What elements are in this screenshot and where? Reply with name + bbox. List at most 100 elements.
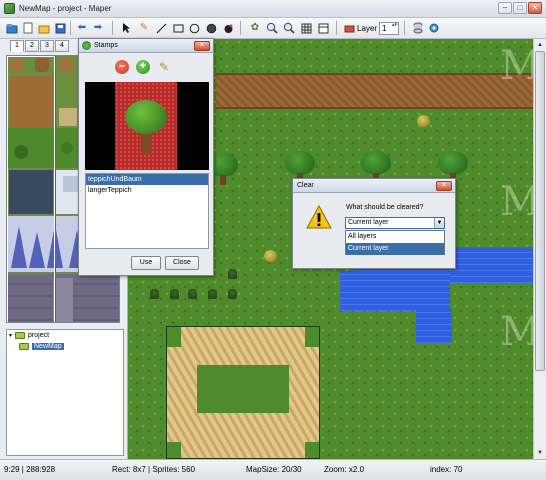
stamps-title: Stamps <box>94 42 118 49</box>
stamps-dialog: Stamps ✕ – + ✎ teppichUndBaum langerTepp… <box>78 38 214 276</box>
close-icon[interactable]: ✕ <box>436 181 452 191</box>
map-grass-corner <box>305 327 319 347</box>
open-file-icon[interactable] <box>6 22 18 34</box>
app-icon <box>4 3 15 14</box>
redo-icon[interactable]: ➡ <box>92 22 104 34</box>
toolbar-separator <box>112 21 113 35</box>
grid-icon[interactable] <box>300 22 312 34</box>
layer-spinner[interactable]: 1 <box>379 22 400 35</box>
undo-icon[interactable]: ⬅ <box>76 22 88 34</box>
minimize-button[interactable]: – <box>498 2 512 14</box>
clear-title: Clear <box>297 182 314 189</box>
toolbar-separator <box>404 21 405 35</box>
tileset-tab[interactable]: 1 <box>10 40 24 52</box>
stamp-list-item[interactable]: langerTeppich <box>86 185 208 196</box>
pencil-icon[interactable]: ✎ <box>138 22 150 34</box>
window-title: NewMap - project - Maper <box>19 4 112 13</box>
tileset-tab[interactable]: 3 <box>40 40 54 52</box>
stamp-preview <box>85 82 209 170</box>
stamp-icon <box>82 41 91 50</box>
select-cursor-icon[interactable] <box>120 22 132 34</box>
main-toolbar: ⬅ ➡ ✎ ✿ Layer 1 <box>0 18 546 39</box>
map-grass-corner <box>167 327 181 347</box>
tree-node-label: NewMap <box>32 343 64 350</box>
map-overlay-glyph: M <box>500 179 533 225</box>
settings-icon[interactable] <box>428 22 440 34</box>
status-index: index: 70 <box>430 465 463 474</box>
tile-selection-outline <box>7 56 55 322</box>
project-tree: ▾ project NewMap <box>6 329 124 456</box>
tree-canopy-image <box>125 100 167 134</box>
map-overlay-glyph: M <box>500 43 533 89</box>
maximize-button[interactable]: □ <box>513 2 527 14</box>
edit-stamp-icon[interactable]: ✎ <box>157 60 171 74</box>
map-path-tile <box>216 73 533 109</box>
map-grass-corner <box>167 442 181 458</box>
table-icon[interactable] <box>317 22 329 34</box>
tree-node-newmap[interactable]: NewMap <box>7 341 123 352</box>
scroll-down-icon[interactable]: ▼ <box>535 448 545 458</box>
scrollbar-thumb[interactable] <box>535 51 545 371</box>
map-plant <box>228 269 237 279</box>
warning-icon <box>306 205 332 229</box>
map-water <box>416 309 452 343</box>
layers-icon <box>344 25 355 33</box>
map-bush <box>417 115 430 127</box>
window-controls: – □ ✕ <box>498 2 542 14</box>
map-grass-inner <box>197 365 289 413</box>
zoom-out-icon[interactable] <box>283 22 295 34</box>
map-grass-corner <box>305 442 319 458</box>
line-icon[interactable] <box>155 22 167 34</box>
toolbar-separator <box>336 21 337 35</box>
stamp-toolbar: – + ✎ <box>115 60 171 74</box>
map-plant <box>208 289 217 299</box>
layer-label: Layer <box>357 24 378 33</box>
toolbar-separator <box>70 21 71 35</box>
clear-dialog: Clear ✕ What should be cleared? Current … <box>292 178 456 269</box>
option-current-layer[interactable]: Current layer <box>346 243 444 255</box>
layer-selector: Layer 1 <box>344 21 400 36</box>
folder-icon <box>15 332 26 339</box>
remove-stamp-icon[interactable]: – <box>115 60 129 74</box>
status-coords: 9:29 | 288:928 <box>4 465 56 474</box>
close-button[interactable]: Close <box>165 256 199 270</box>
status-rect: Rect: 8x7 | Sprites: 560 <box>112 465 196 474</box>
map-plant <box>188 289 197 299</box>
map-bush <box>264 250 277 262</box>
map-vertical-scrollbar[interactable]: ▲ ▼ <box>533 39 546 459</box>
bucket-icon[interactable] <box>222 22 234 34</box>
add-stamp-icon[interactable]: + <box>136 60 150 74</box>
rectangle-icon[interactable] <box>172 22 184 34</box>
fill-icon[interactable] <box>205 22 217 34</box>
expand-arrow-icon[interactable]: ▾ <box>9 332 12 339</box>
status-mapsize: MapSize: 20/30 <box>246 465 302 474</box>
ellipse-icon[interactable] <box>188 22 200 34</box>
new-file-icon[interactable] <box>22 22 34 34</box>
tree-node-label: project <box>28 332 50 339</box>
window-titlebar: NewMap - project - Maper – □ ✕ <box>0 0 546 18</box>
chevron-down-icon[interactable]: ▼ <box>434 218 444 228</box>
toolbar-separator <box>240 21 241 35</box>
zoom-in-icon[interactable] <box>266 22 278 34</box>
map-selection-rect <box>166 326 320 459</box>
tileset-tabs: 1 2 3 4 <box>10 40 69 52</box>
stamps-titlebar[interactable]: Stamps ✕ <box>79 39 213 53</box>
clear-scope-options: All layers Current layer <box>345 230 445 255</box>
option-all-layers[interactable]: All layers <box>346 231 444 243</box>
stamp-list-item[interactable]: teppichUndBaum <box>86 174 208 185</box>
close-window-button[interactable]: ✕ <box>528 2 542 14</box>
status-bar: 9:29 | 288:928 Rect: 8x7 | Sprites: 560 … <box>0 459 546 480</box>
folder-icon[interactable] <box>38 22 50 34</box>
clear-scope-select[interactable]: Current layer ▼ <box>345 217 445 229</box>
tileset-tab[interactable]: 2 <box>25 40 39 52</box>
use-button[interactable]: Use <box>131 256 161 270</box>
tileset-tab[interactable]: 4 <box>55 40 69 52</box>
stamp-icon[interactable]: ✿ <box>249 22 261 34</box>
tree-node-project[interactable]: ▾ project <box>7 330 123 341</box>
close-icon[interactable]: ✕ <box>194 41 210 51</box>
scroll-up-icon[interactable]: ▲ <box>535 40 545 50</box>
stamp-list: teppichUndBaum langerTeppich <box>85 173 209 249</box>
save-icon[interactable] <box>54 22 66 34</box>
database-icon[interactable] <box>412 22 424 34</box>
clear-titlebar[interactable]: Clear ✕ <box>293 179 455 193</box>
